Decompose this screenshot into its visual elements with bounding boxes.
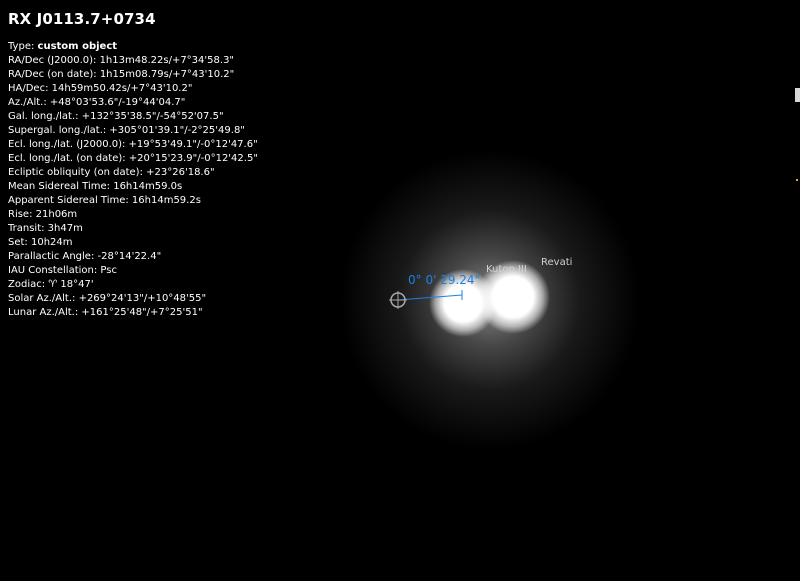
info-row: Parallactic Angle: -28°14'22.4" (8, 251, 162, 262)
info-row: Mean Sidereal Time: 16h14m59.0s (8, 181, 183, 192)
info-row: Apparent Sidereal Time: 16h14m59.2s (8, 195, 201, 206)
info-row: Transit: 3h47m (8, 223, 83, 234)
info-row: HA/Dec: 14h59m50.42s/+7°43'10.2" (8, 83, 193, 94)
info-row: Ecl. long./lat. (on date): +20°15'23.9"/… (8, 153, 258, 164)
star-label-revati: Revati (541, 257, 572, 268)
info-row: Gal. long./lat.: +132°35'38.5"/-54°52'07… (8, 111, 224, 122)
type-label: Type: (8, 41, 35, 52)
info-row: Supergal. long./lat.: +305°01'39.1"/-2°2… (8, 125, 245, 136)
measure-label: 0° 0' 29.24" (408, 273, 480, 287)
info-row-type: Type: custom object (8, 40, 258, 54)
info-row: Set: 10h24m (8, 237, 73, 248)
star-label-kuton-iii: Kuton III (486, 264, 527, 275)
info-row: RA/Dec (on date): 1h15m08.79s/+7°43'10.2… (8, 69, 235, 80)
info-row: Az./Alt.: +48°03'53.6"/-19°44'04.7" (8, 97, 186, 108)
info-row: IAU Constellation: Psc (8, 265, 117, 276)
type-value: custom object (37, 41, 118, 52)
info-row: RA/Dec (J2000.0): 1h13m48.22s/+7°34'58.3… (8, 55, 235, 66)
object-title: RX J0113.7+0734 (8, 10, 156, 28)
info-row: Ecl. long./lat. (J2000.0): +19°53'49.1"/… (8, 139, 258, 150)
object-info-rows: Type: custom object RA/Dec (J2000.0): 1h… (8, 40, 258, 320)
info-row: Rise: 21h06m (8, 209, 78, 220)
info-row: Lunar Az./Alt.: +161°25'48"/+7°25'51" (8, 307, 203, 318)
side-panel-indicator (796, 179, 798, 181)
info-row: Zodiac: ♈ 18°47' (8, 279, 94, 290)
side-panel-tab[interactable] (795, 88, 800, 181)
info-row: Solar Az./Alt.: +269°24'13"/+10°48'55" (8, 293, 207, 304)
object-info-panel: RX J0113.7+0734 Type: custom object RA/D… (8, 9, 258, 320)
info-row: Ecliptic obliquity (on date): +23°26'18.… (8, 167, 215, 178)
